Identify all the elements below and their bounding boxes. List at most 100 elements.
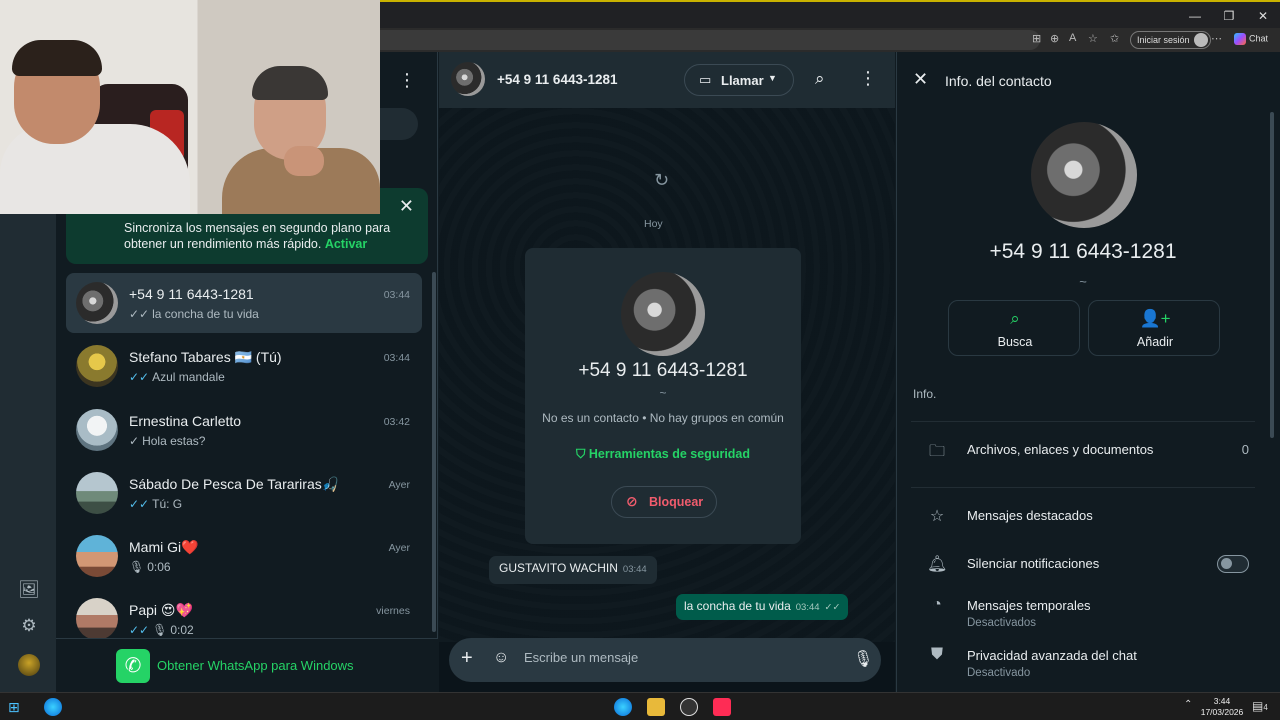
avatar bbox=[76, 472, 118, 514]
info-scrollbar[interactable] bbox=[1270, 112, 1274, 438]
files-links-docs-row[interactable]: 🗀 Archivos, enlaces y documentos 0 bbox=[911, 432, 1255, 472]
clock-time: 3:44 bbox=[1213, 696, 1231, 706]
video-camera-icon: ▭ bbox=[699, 72, 712, 87]
info-section-label: Info. bbox=[913, 387, 937, 401]
row-label: Silenciar notificaciones bbox=[967, 556, 1100, 571]
add-contact-button[interactable]: 👤+ Añadir bbox=[1088, 300, 1220, 356]
read-ticks-icon: ✓✓ bbox=[129, 623, 150, 637]
attach-plus-icon[interactable]: + bbox=[461, 647, 473, 670]
close-icon[interactable]: ✕ bbox=[913, 69, 928, 90]
signin-button[interactable]: Iniciar sesión bbox=[1130, 31, 1211, 49]
message-text: GUSTAVITO WACHIN bbox=[499, 561, 618, 575]
refresh-icon[interactable]: ↻ bbox=[654, 170, 669, 191]
chat-time: 03:44 bbox=[383, 352, 410, 364]
advanced-privacy-row[interactable]: ⛊ Privacidad avanzada del chat Desactiva… bbox=[911, 638, 1255, 679]
file-explorer-icon[interactable] bbox=[647, 698, 665, 716]
close-banner-icon[interactable]: ✕ bbox=[399, 196, 414, 217]
tiktok-icon[interactable] bbox=[713, 698, 731, 716]
activate-link[interactable]: Activar bbox=[325, 237, 367, 251]
avatar[interactable] bbox=[451, 62, 485, 96]
zoom-icon[interactable]: ⊕ bbox=[1050, 32, 1059, 45]
emoji-icon[interactable]: ☺ bbox=[493, 649, 509, 667]
info-number: +54 9 11 6443-1281 bbox=[989, 240, 1177, 263]
settings-gear-icon[interactable]: ⚙ bbox=[18, 616, 40, 638]
block-button[interactable]: ⊘ Bloquear bbox=[611, 486, 717, 518]
mute-notifications-row[interactable]: 🔔︎ Silenciar notificaciones bbox=[911, 546, 1255, 586]
chat-row[interactable]: +54 9 11 6443-1281 03:44 ✓✓ la concha de … bbox=[66, 273, 422, 333]
chat-last-text: la concha de tu vida bbox=[152, 307, 259, 321]
mute-toggle[interactable] bbox=[1217, 555, 1249, 573]
card-subtitle: No es un contacto • No hay grupos en com… bbox=[542, 411, 784, 425]
copilot-chat-button[interactable]: Chat bbox=[1234, 33, 1268, 45]
edge-icon[interactable] bbox=[44, 698, 62, 716]
chat-row[interactable]: Ernestina Carletto 03:42 ✓ Hola estas? bbox=[66, 400, 422, 460]
security-tools-label: Herramientas de seguridad bbox=[588, 447, 751, 461]
notification-count: 4 bbox=[1263, 703, 1268, 712]
microphone-icon: 🎙 bbox=[152, 623, 168, 637]
chat-last-text: Azul mandale bbox=[152, 370, 225, 384]
contact-card: +54 9 11 6443-1281 ~ No es un contacto •… bbox=[525, 248, 801, 544]
search-icon: ⌕ bbox=[1010, 309, 1020, 328]
collections-icon[interactable]: ✩ bbox=[1110, 32, 1119, 45]
search-icon[interactable]: ⌕ bbox=[815, 69, 825, 89]
block-icon: ⊘ bbox=[626, 493, 638, 509]
profile-avatar[interactable] bbox=[18, 654, 40, 676]
add-contact-icon: 👤+ bbox=[1139, 309, 1171, 328]
message-input[interactable] bbox=[524, 650, 824, 665]
profile-icon bbox=[1193, 33, 1208, 47]
microphone-icon[interactable]: 🎙 bbox=[853, 649, 873, 669]
notification-center-icon[interactable]: ▤4 bbox=[1252, 699, 1268, 713]
call-label: Llamar bbox=[721, 73, 764, 88]
info-title: Info. del contacto bbox=[945, 73, 1052, 89]
message-composer: + ☺ 🎙 bbox=[449, 638, 881, 682]
avatar bbox=[76, 345, 118, 387]
conversation-header[interactable]: +54 9 11 6443-1281 ▭ Llamar ▼ ⌕ ⋮ bbox=[439, 52, 895, 108]
restore-button[interactable]: ❐ bbox=[1212, 2, 1246, 30]
security-tools-link[interactable]: ⛉ Herramientas de seguridad bbox=[525, 447, 801, 462]
incoming-message[interactable]: GUSTAVITO WACHIN 03:44 bbox=[489, 556, 657, 584]
menu-dots-icon[interactable]: ⋮ bbox=[398, 70, 416, 91]
read-ticks-icon: ✓✓ bbox=[129, 370, 150, 384]
search-button[interactable]: ⌕ Busca bbox=[948, 300, 1080, 356]
read-aloud-icon[interactable]: A bbox=[1069, 32, 1076, 44]
chat-time: 03:44 bbox=[383, 289, 410, 301]
minimize-button[interactable]: — bbox=[1178, 2, 1212, 30]
more-icon[interactable]: ⋯ bbox=[1211, 32, 1222, 45]
chat-row[interactable]: Stefano Tabares 🇦🇷 (Tú) 03:44 ✓✓ Azul man… bbox=[66, 336, 422, 396]
taskbar-clock[interactable]: 3:44 17/03/2026 bbox=[1200, 696, 1244, 718]
favorite-icon[interactable]: ☆ bbox=[1088, 32, 1098, 45]
chat-last-text: 0:06 bbox=[147, 560, 171, 574]
chat-list-scrollbar[interactable] bbox=[432, 272, 436, 632]
read-ticks-icon: ✓✓ bbox=[824, 602, 841, 613]
chat-row[interactable]: Mami Gi❤️ Ayer 🎙 0:06 bbox=[66, 526, 422, 586]
chat-last-text: Tú: G bbox=[152, 497, 183, 511]
star-icon: ☆ bbox=[929, 508, 945, 525]
signin-label: Iniciar sesión bbox=[1137, 35, 1190, 45]
chat-last-text: 0:02 bbox=[170, 623, 194, 637]
divider bbox=[911, 421, 1255, 422]
close-window-button[interactable]: ✕ bbox=[1246, 2, 1280, 30]
media-icon[interactable]: 🖼 bbox=[18, 580, 40, 602]
person-left-body bbox=[0, 124, 190, 214]
windows-start-icon[interactable]: ⊞ bbox=[8, 698, 26, 716]
avatar[interactable] bbox=[1031, 122, 1137, 228]
chrome-icon[interactable] bbox=[680, 698, 698, 716]
call-button[interactable]: ▭ Llamar ▼ bbox=[684, 64, 794, 96]
shield-icon: ⛉ bbox=[575, 447, 589, 461]
get-windows-app-link[interactable]: ✆ Obtener WhatsApp para Windows bbox=[56, 638, 438, 692]
edge-taskbar-icon[interactable] bbox=[614, 698, 632, 716]
whatsapp-logo-icon: ✆ bbox=[116, 649, 150, 683]
menu-dots-icon[interactable]: ⋮ bbox=[859, 68, 877, 89]
chevron-up-icon[interactable]: ⌃ bbox=[1184, 699, 1192, 710]
outgoing-message[interactable]: la concha de tu vida 03:44 ✓✓ bbox=[676, 594, 849, 620]
extensions-icon[interactable]: ⊞ bbox=[1032, 32, 1041, 45]
disappearing-messages-row[interactable]: ◔ Mensajes temporales Desactivados bbox=[911, 588, 1255, 629]
chat-row[interactable]: Sábado De Pesca De Tarariras🎣 Ayer ✓✓ Tú:… bbox=[66, 463, 422, 523]
microphone-icon: 🎙 bbox=[129, 560, 145, 574]
row-sublabel: Desactivado bbox=[967, 667, 1031, 679]
message-time: 03:44 bbox=[622, 564, 647, 575]
folder-icon: 🗀 bbox=[928, 443, 945, 460]
starred-messages-row[interactable]: ☆ Mensajes destacados bbox=[911, 498, 1255, 538]
conversation-title[interactable]: +54 9 11 6443-1281 bbox=[497, 72, 618, 87]
clock-date: 17/03/2026 bbox=[1200, 707, 1244, 717]
